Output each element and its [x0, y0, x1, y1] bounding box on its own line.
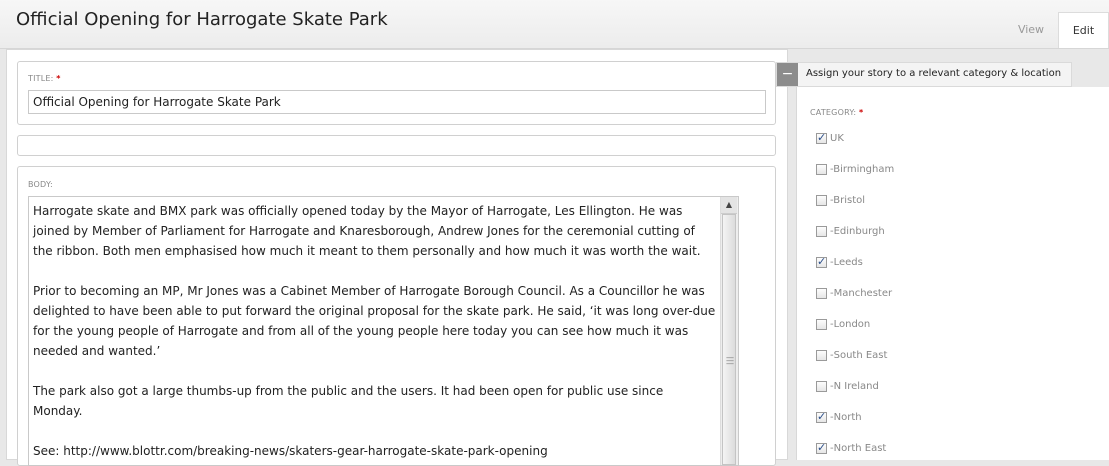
- scroll-up-arrow-icon[interactable]: ▲: [721, 197, 737, 214]
- body-paragraph: See: http://www.blottr.com/breaking-news…: [33, 444, 548, 458]
- category-item[interactable]: -North: [816, 410, 862, 426]
- category-item[interactable]: -Manchester: [816, 288, 892, 302]
- category-item[interactable]: -North East: [816, 441, 887, 457]
- body-paragraph: Prior to becoming an MP, Mr Jones was a …: [33, 284, 716, 358]
- category-label: -Edinburgh: [830, 226, 885, 237]
- edit-form: TITLE: * BODY: Harrogate skate and BMX p…: [6, 49, 788, 466]
- grip-icon: — — —: [726, 353, 734, 368]
- category-label: UK: [830, 133, 844, 144]
- title-section: TITLE: *: [17, 61, 776, 125]
- body-paragraph: The park also got a large thumbs-up from…: [33, 384, 664, 418]
- category-label: -South East: [830, 350, 888, 361]
- category-label: -Birmingham: [830, 164, 895, 175]
- header-bar: Official Opening for Harrogate Skate Par…: [0, 0, 1109, 49]
- required-marker: *: [56, 74, 61, 83]
- category-item[interactable]: -Birmingham: [816, 164, 894, 178]
- category-label: -North East: [830, 443, 887, 454]
- category-label: -Manchester: [830, 288, 893, 299]
- category-checkbox[interactable]: [816, 195, 827, 206]
- tab-view[interactable]: View: [1005, 12, 1057, 48]
- category-item[interactable]: -N Ireland: [816, 381, 879, 395]
- body-label: BODY:: [28, 180, 53, 189]
- page-title: Official Opening for Harrogate Skate Par…: [16, 9, 388, 30]
- body-text[interactable]: Harrogate skate and BMX park was officia…: [33, 201, 716, 465]
- body-paragraph: Harrogate skate and BMX park was officia…: [33, 204, 701, 258]
- body-scrollbar[interactable]: ▲ — — —: [720, 197, 738, 465]
- title-input[interactable]: [28, 90, 766, 114]
- category-panel-title: Assign your story to a relevant category…: [806, 68, 1062, 79]
- collapse-button[interactable]: −: [777, 63, 798, 86]
- category-checkbox[interactable]: [816, 131, 827, 144]
- category-checkbox[interactable]: [816, 164, 827, 175]
- required-marker: *: [859, 108, 864, 117]
- category-item[interactable]: -Bristol: [816, 195, 865, 209]
- category-label: -London: [830, 319, 871, 330]
- category-checkbox[interactable]: [816, 381, 827, 392]
- category-panel-header: − Assign your story to a relevant catego…: [776, 62, 1072, 87]
- category-checkbox[interactable]: [816, 441, 827, 454]
- body-textarea[interactable]: Harrogate skate and BMX park was officia…: [28, 196, 739, 466]
- category-label: -North: [830, 412, 862, 423]
- category-item[interactable]: -London: [816, 319, 870, 333]
- category-label-text: CATEGORY:: [810, 108, 857, 117]
- category-label: -Bristol: [830, 195, 866, 206]
- category-checkbox[interactable]: [816, 319, 827, 330]
- category-item[interactable]: -Leeds: [816, 255, 863, 271]
- category-checkbox[interactable]: [816, 288, 827, 299]
- category-item[interactable]: -Edinburgh: [816, 226, 885, 240]
- category-label: -Leeds: [830, 257, 863, 268]
- category-checkbox[interactable]: [816, 255, 827, 268]
- tab-edit[interactable]: Edit: [1058, 12, 1109, 48]
- category-checkbox[interactable]: [816, 350, 827, 361]
- title-label: TITLE: *: [28, 74, 61, 83]
- title-label-text: TITLE:: [28, 74, 54, 83]
- category-panel: CATEGORY: * UK -Birmingham -Bristol -Edinbu…: [796, 87, 1109, 460]
- category-label: -N Ireland: [830, 381, 879, 392]
- category-checkbox[interactable]: [816, 410, 827, 423]
- category-item[interactable]: UK: [816, 131, 844, 147]
- category-item[interactable]: -South East: [816, 350, 887, 364]
- category-checkbox[interactable]: [816, 226, 827, 237]
- category-label: CATEGORY: *: [810, 108, 863, 117]
- body-section: BODY: Harrogate skate and BMX park was o…: [17, 166, 776, 466]
- scroll-thumb[interactable]: — — —: [722, 214, 736, 465]
- empty-section: [17, 135, 776, 156]
